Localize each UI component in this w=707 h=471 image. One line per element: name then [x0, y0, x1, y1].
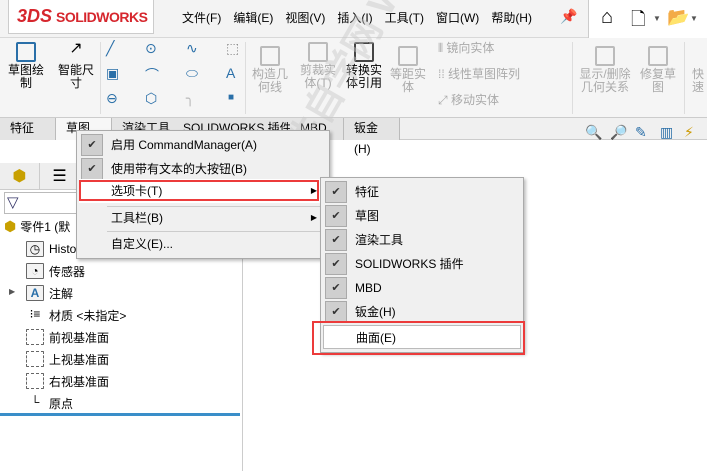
submenu-item-mbd[interactable]: ✔ MBD [323, 276, 521, 300]
tree-item-annotations[interactable]: A 注解 [26, 283, 73, 303]
tree-item-origin[interactable]: └ 原点 [26, 393, 73, 413]
pattern-icon: ⁞⁞ [438, 67, 449, 81]
arc-icon[interactable]: ⌒ [145, 65, 159, 85]
chevron-down-icon[interactable]: ▼ [653, 14, 661, 23]
checkmark-icon: ✔ [81, 134, 103, 156]
submenu-arrow-icon: ▶ [310, 213, 317, 222]
submenu-item-solidworks-addins[interactable]: ✔ SOLIDWORKS 插件 [323, 252, 521, 276]
line-icon[interactable]: ╱ [106, 40, 114, 57]
tree-item-top-plane[interactable]: 上视基准面 [26, 349, 109, 369]
zoom-area-icon[interactable]: 🔎 [610, 124, 627, 141]
mirror-button[interactable]: ⫴ 镜向实体 [438, 42, 494, 55]
construction-geometry-button[interactable]: 构造几 何线 [250, 46, 290, 94]
show-delete-relations-button[interactable]: 显示/删除 几何关系 [576, 46, 634, 94]
submenu-item-features[interactable]: ✔ 特征 [323, 180, 521, 204]
rectangle-icon[interactable]: ▣ [106, 65, 119, 82]
slot-icon[interactable]: ⊖ [106, 90, 118, 107]
menu-help[interactable]: 帮助(H) [485, 9, 538, 26]
menu-view[interactable]: 视图(V) [279, 9, 331, 26]
part-icon: ⬢ [4, 217, 17, 234]
checkmark-icon: ✔ [325, 253, 347, 275]
solidworks-logo[interactable]: 3DS SOLIDWORKS [8, 0, 154, 34]
highlight-box-tabs [79, 180, 319, 201]
menu-item-customize[interactable]: 自定义(E)... [79, 232, 327, 256]
tree-item-material[interactable]: ⁝≡ 材质 <未指定> [26, 305, 127, 325]
menu-item-enable-commandmanager[interactable]: ✔ 启用 CommandManager(A) [79, 133, 327, 157]
menu-window[interactable]: 窗口(W) [430, 9, 485, 26]
menu-edit[interactable]: 编辑(E) [227, 9, 279, 26]
tree-item-front-plane[interactable]: 前视基准面 [26, 327, 109, 347]
tree-root[interactable]: ⬢ 零件1 (默 [4, 216, 70, 236]
checkmark-icon: ✔ [325, 277, 347, 299]
checkmark-icon: ✔ [81, 158, 103, 180]
point-icon[interactable]: ■ [228, 92, 234, 103]
plane-icon [26, 329, 44, 345]
spline-icon[interactable]: ∿ [186, 40, 198, 57]
tree-item-right-plane[interactable]: 右视基准面 [26, 371, 109, 391]
checkmark-icon: ✔ [325, 205, 347, 227]
sketch-grid-icon[interactable]: ⬚ [226, 40, 239, 57]
quick-snaps-button[interactable]: 快速 [688, 68, 707, 94]
submenu-item-render-tools[interactable]: ✔ 渲染工具 [323, 228, 521, 252]
history-folder-icon: ◷ [26, 241, 44, 257]
ds-logo-icon: 3DS [17, 6, 53, 26]
property-manager-tab-icon[interactable]: ☰ [40, 163, 80, 190]
material-icon: ⁝≡ [29, 307, 41, 321]
relations-icon [595, 46, 615, 66]
highlight-box-surfaces [312, 321, 525, 355]
smart-dimension-button[interactable]: ↗ 智能尺 寸 [54, 40, 98, 90]
tree-item-sensors[interactable]: ◔ 传感器 [26, 261, 85, 281]
sketch-button[interactable]: 草图绘 制 [6, 42, 46, 90]
panel-divider[interactable] [0, 413, 240, 416]
polygon-icon[interactable]: ⬡ [145, 90, 157, 107]
chevron-down-icon[interactable]: ▼ [690, 14, 698, 23]
menu-file[interactable]: 文件(F) [176, 9, 227, 26]
quick-access: ⌂ 🗋 ▼ 📂 ▼ [588, 0, 707, 38]
feature-tree-tab-icon[interactable]: ⬢ [0, 163, 40, 190]
tab-sheet-metal[interactable]: 钣金(H) [344, 118, 400, 156]
offset-button[interactable]: 等距实 体 [390, 46, 426, 94]
sketch-icon [16, 42, 36, 62]
checkmark-icon: ✔ [325, 229, 347, 251]
fillet-icon[interactable]: ╮ [186, 90, 194, 107]
new-document-icon[interactable]: 🗋 [631, 7, 645, 37]
smart-dimension-icon: ↗ [69, 40, 83, 57]
move-button[interactable]: ⤢ 移动实体 [438, 94, 499, 107]
submenu-item-sketch[interactable]: ✔ 草图 [323, 204, 521, 228]
repair-icon [648, 46, 668, 66]
open-folder-icon[interactable]: 📂 [667, 7, 689, 28]
text-icon[interactable]: A [226, 65, 235, 81]
expand-arrow-icon[interactable]: ▶ [9, 287, 15, 296]
zoom-to-fit-icon[interactable]: 🔍 [585, 124, 602, 141]
menu-item-toolbars[interactable]: 工具栏(B) ▶ [79, 206, 327, 230]
linear-pattern-button[interactable]: ⁞⁞ 线性草图阵列 [438, 68, 520, 81]
circle-icon[interactable]: ⊙ [145, 40, 157, 57]
tab-features[interactable]: 特征 [0, 118, 56, 140]
sensor-folder-icon: ◔ [26, 263, 44, 279]
move-icon: ⤢ [438, 93, 451, 107]
section-view-icon[interactable]: ▥ [660, 124, 673, 141]
construction-icon [260, 46, 280, 66]
dynamic-annotation-icon[interactable]: ⚡ [684, 124, 694, 141]
plane-icon [26, 351, 44, 367]
offset-icon [398, 46, 418, 66]
menu-item-large-buttons-text[interactable]: ✔ 使用带有文本的大按钮(B) [79, 157, 327, 181]
repair-sketch-button[interactable]: 修复草 图 [638, 46, 678, 94]
home-icon[interactable]: ⌂ [601, 6, 613, 29]
pin-icon[interactable]: 📌 [560, 8, 577, 25]
checkmark-icon: ✔ [325, 181, 347, 203]
checkmark-icon: ✔ [325, 301, 347, 323]
annotation-folder-icon: A [26, 285, 44, 301]
origin-icon: └ [30, 395, 40, 409]
ellipse-icon[interactable]: ⬭ [186, 65, 198, 82]
previous-view-icon[interactable]: ✎ [635, 124, 647, 141]
plane-icon [26, 373, 44, 389]
